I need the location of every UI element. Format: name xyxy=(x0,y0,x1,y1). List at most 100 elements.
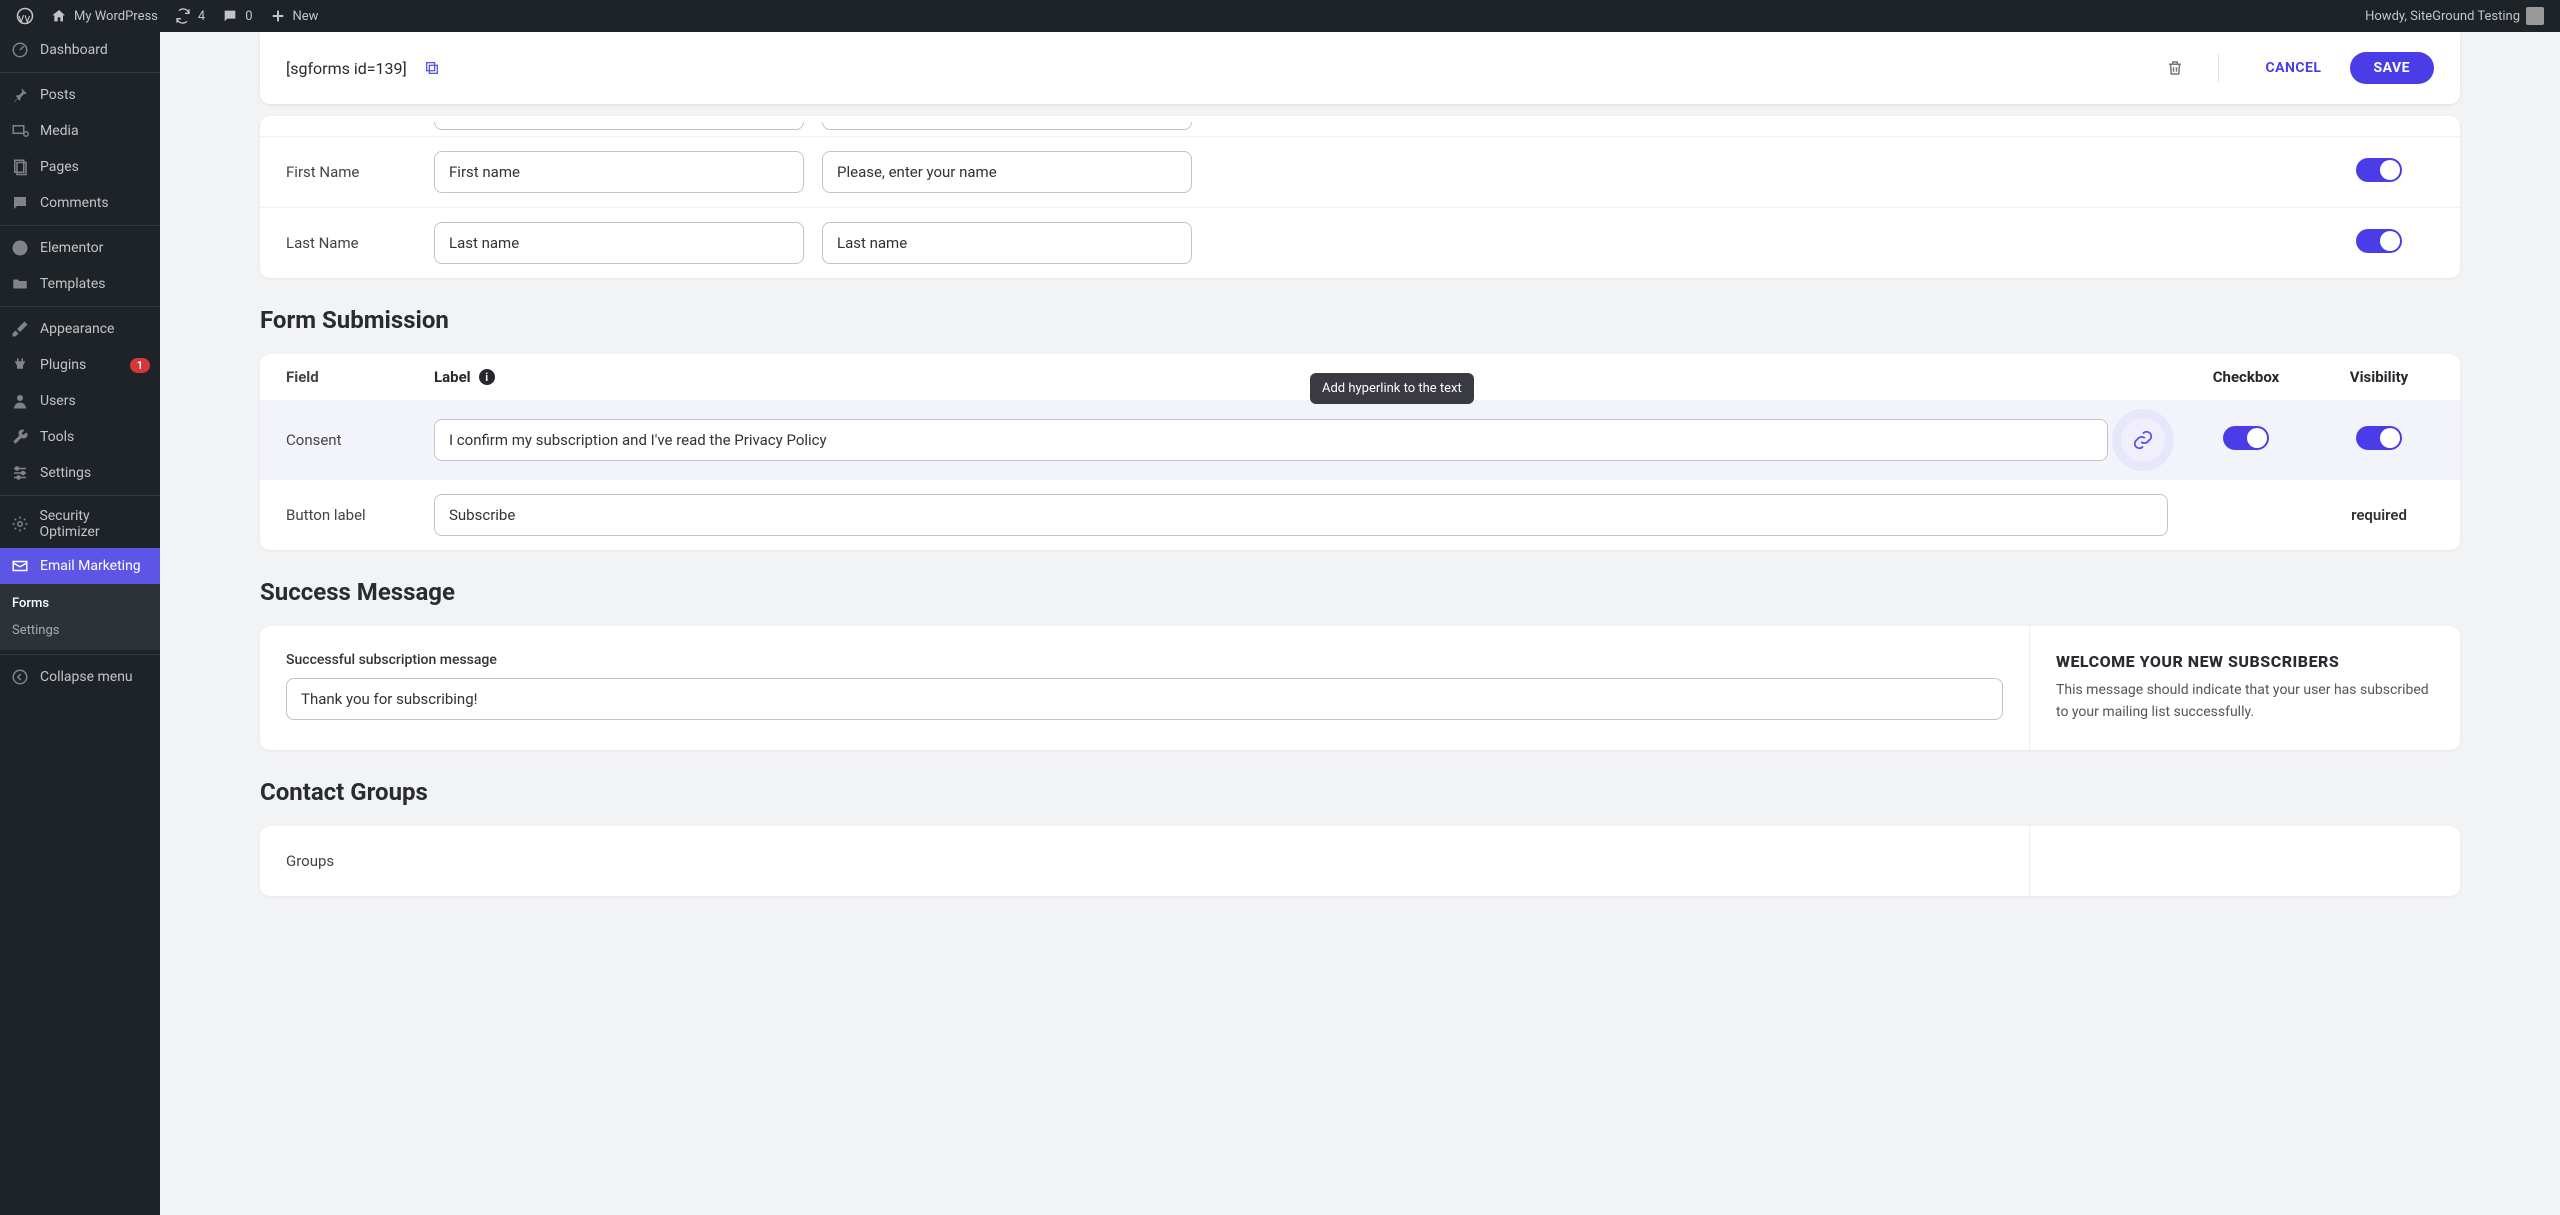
field-row-last-name: Last Name xyxy=(260,208,2460,278)
brush-icon xyxy=(10,319,30,339)
consent-visibility-toggle[interactable] xyxy=(2356,426,2402,450)
last-name-visibility-toggle[interactable] xyxy=(2356,229,2402,253)
sliders-icon xyxy=(10,463,30,483)
button-label-row: Button label required xyxy=(260,480,2460,550)
menu-label: Dashboard xyxy=(40,42,108,58)
button-field-label: Button label xyxy=(286,506,416,524)
add-hyperlink-button[interactable] xyxy=(2118,415,2168,465)
comments-link[interactable]: 0 xyxy=(213,0,260,32)
home-icon xyxy=(50,7,68,25)
new-link[interactable]: New xyxy=(261,0,327,32)
collapse-icon xyxy=(10,667,30,687)
submenu: Forms Settings xyxy=(0,584,160,650)
last-name-placeholder-input[interactable] xyxy=(822,222,1192,264)
menu-email-marketing[interactable]: Email Marketing xyxy=(0,548,160,584)
menu-label: Elementor xyxy=(40,240,103,256)
menu-templates[interactable]: Templates xyxy=(0,266,160,302)
menu-label: Settings xyxy=(40,465,91,481)
menu-label: Tools xyxy=(40,429,74,445)
menu-label: Email Marketing xyxy=(40,558,141,574)
menu-comments[interactable]: Comments xyxy=(0,185,160,221)
updates-link[interactable]: 4 xyxy=(166,0,213,32)
first-name-visibility-toggle[interactable] xyxy=(2356,158,2402,182)
welcome-heading: WELCOME YOUR NEW SUBSCRIBERS xyxy=(2056,652,2434,671)
copy-button[interactable] xyxy=(419,55,445,81)
consent-checkbox-toggle[interactable] xyxy=(2223,426,2269,450)
first-name-label-input[interactable] xyxy=(434,151,804,193)
info-icon[interactable]: i xyxy=(479,369,495,385)
first-name-placeholder-input[interactable] xyxy=(822,151,1192,193)
delete-button[interactable] xyxy=(2162,55,2188,81)
consent-row: Consent xyxy=(260,401,2460,480)
shortcode-text: [sgforms id=139] xyxy=(286,59,407,78)
menu-security-optimizer[interactable]: Security Optimizer xyxy=(0,500,160,548)
menu-tools[interactable]: Tools xyxy=(0,419,160,455)
required-text: required xyxy=(2324,506,2434,524)
menu-label: Plugins xyxy=(40,357,86,373)
menu-label: Security Optimizer xyxy=(39,508,150,540)
menu-label: Users xyxy=(40,393,76,409)
consent-field-label: Consent xyxy=(286,431,416,449)
admin-sidebar: Dashboard Posts Media Pages Comments Ele… xyxy=(0,32,160,1215)
form-header: [sgforms id=139] CANCEL SAVE xyxy=(260,32,2460,104)
avatar xyxy=(2526,7,2544,25)
success-message-heading: Success Message xyxy=(260,578,2460,606)
menu-media[interactable]: Media xyxy=(0,113,160,149)
site-name-link[interactable]: My WordPress xyxy=(42,0,166,32)
menu-label: Media xyxy=(40,123,79,139)
wrench-icon xyxy=(10,427,30,447)
menu-elementor[interactable]: Elementor xyxy=(0,230,160,266)
elementor-icon xyxy=(10,238,30,258)
cancel-button[interactable]: CANCEL xyxy=(2249,52,2337,84)
main-content: [sgforms id=139] CANCEL SAVE First Name xyxy=(160,32,2560,1215)
email-icon xyxy=(10,556,30,576)
last-name-label-input[interactable] xyxy=(434,222,804,264)
plug-icon xyxy=(10,355,30,375)
hyperlink-tooltip: Add hyperlink to the text xyxy=(1310,373,1474,404)
menu-label: Templates xyxy=(40,276,106,292)
wordpress-icon xyxy=(16,7,34,25)
collapse-label: Collapse menu xyxy=(40,669,133,685)
menu-appearance[interactable]: Appearance xyxy=(0,311,160,347)
consent-label-input[interactable] xyxy=(434,419,2108,461)
field-name: Last Name xyxy=(286,234,416,252)
updates-count: 4 xyxy=(198,9,205,24)
form-submission-heading: Form Submission xyxy=(260,306,2460,334)
button-label-input[interactable] xyxy=(434,494,2168,536)
save-button[interactable]: SAVE xyxy=(2350,52,2435,84)
plus-icon xyxy=(269,7,287,25)
site-name-text: My WordPress xyxy=(74,9,158,24)
menu-dashboard[interactable]: Dashboard xyxy=(0,32,160,68)
menu-label: Posts xyxy=(40,87,76,103)
howdy-text: Howdy, SiteGround Testing xyxy=(2365,9,2520,24)
dashboard-icon xyxy=(10,40,30,60)
plugins-badge: 1 xyxy=(130,358,150,373)
success-message-input[interactable] xyxy=(286,678,2003,720)
success-card: Successful subscription message WELCOME … xyxy=(260,626,2460,750)
gear-icon xyxy=(10,514,29,534)
comment-icon xyxy=(221,7,239,25)
menu-label: Appearance xyxy=(40,321,114,337)
account-link[interactable]: Howdy, SiteGround Testing xyxy=(2357,0,2552,32)
col-label-header: Label xyxy=(434,368,471,386)
menu-posts[interactable]: Posts xyxy=(0,77,160,113)
contact-groups-heading: Contact Groups xyxy=(260,778,2460,806)
menu-settings[interactable]: Settings xyxy=(0,455,160,491)
welcome-text: This message should indicate that your u… xyxy=(2056,679,2434,724)
new-label: New xyxy=(293,9,319,24)
menu-plugins[interactable]: Plugins 1 xyxy=(0,347,160,383)
menu-users[interactable]: Users xyxy=(0,383,160,419)
user-icon xyxy=(10,391,30,411)
wp-logo[interactable] xyxy=(8,0,42,32)
field-name: First Name xyxy=(286,163,416,181)
collapse-menu[interactable]: Collapse menu xyxy=(0,659,160,695)
menu-pages[interactable]: Pages xyxy=(0,149,160,185)
media-icon xyxy=(10,121,30,141)
fields-card: First Name Last Name xyxy=(260,116,2460,278)
submenu-settings[interactable]: Settings xyxy=(0,617,160,644)
submenu-forms[interactable]: Forms xyxy=(0,590,160,617)
pin-icon xyxy=(10,85,30,105)
admin-bar: My WordPress 4 0 New Howdy, SiteGround T… xyxy=(0,0,2560,32)
col-checkbox-header: Checkbox xyxy=(2186,368,2306,386)
groups-label: Groups xyxy=(286,852,2003,870)
